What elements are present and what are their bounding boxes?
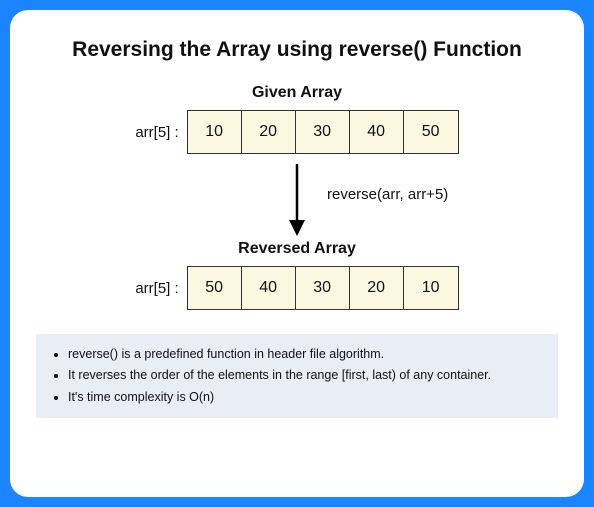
given-cell: 10 <box>188 111 242 153</box>
note-item: It reverses the order of the elements in… <box>68 365 544 386</box>
given-cell: 40 <box>350 111 404 153</box>
page-title: Reversing the Array using reverse() Func… <box>36 38 558 62</box>
card: Reversing the Array using reverse() Func… <box>10 10 584 497</box>
reversed-cell: 20 <box>350 267 404 309</box>
reversed-cell: 40 <box>242 267 296 309</box>
reversed-array-label: Reversed Array <box>36 240 558 258</box>
reversed-cell: 30 <box>296 267 350 309</box>
given-array-row: arr[5] : 10 20 30 40 50 <box>36 110 558 154</box>
arrow-down-icon <box>282 160 312 240</box>
given-cell: 30 <box>296 111 350 153</box>
given-array-cells: 10 20 30 40 50 <box>187 110 459 154</box>
reversed-cell: 10 <box>404 267 458 309</box>
outer-frame: Reversing the Array using reverse() Func… <box>0 0 594 507</box>
reversed-array-row: arr[5] : 50 40 30 20 10 <box>36 266 558 310</box>
notes-box: reverse() is a predefined function in he… <box>36 334 558 418</box>
arrow-label: reverse(arr, arr+5) <box>327 186 448 203</box>
arrow-area: reverse(arr, arr+5) <box>36 160 558 240</box>
reversed-array-name: arr[5] : <box>135 280 178 297</box>
reversed-cell: 50 <box>188 267 242 309</box>
reversed-array-cells: 50 40 30 20 10 <box>187 266 459 310</box>
given-cell: 50 <box>404 111 458 153</box>
given-array-label: Given Array <box>36 84 558 102</box>
given-array-name: arr[5] : <box>135 124 178 141</box>
note-item: It's time complexity is O(n) <box>68 387 544 408</box>
note-item: reverse() is a predefined function in he… <box>68 344 544 365</box>
given-cell: 20 <box>242 111 296 153</box>
